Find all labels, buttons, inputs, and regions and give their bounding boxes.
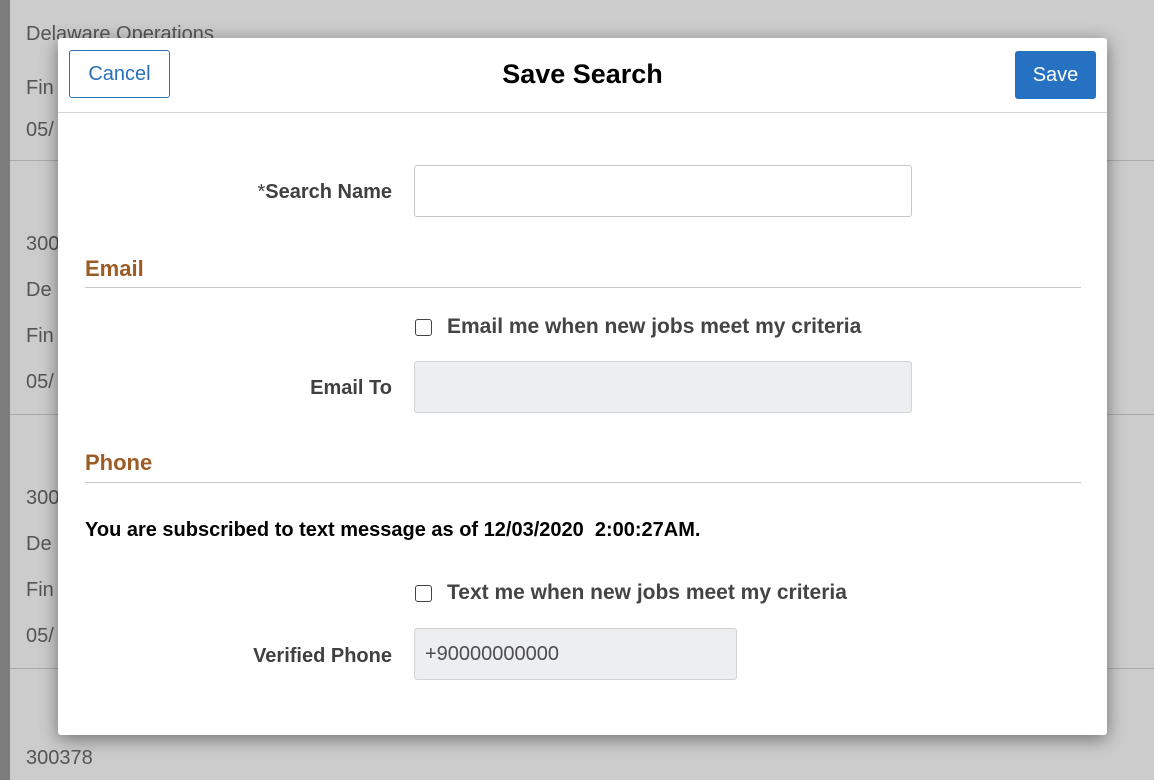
- email-notify-checkbox-label[interactable]: Email me when new jobs meet my criteria: [447, 315, 861, 339]
- dialog-title: Save Search: [502, 59, 663, 89]
- phone-section-title: Phone: [85, 450, 153, 475]
- bg-text: 300378: [26, 747, 93, 769]
- search-name-label: *Search Name: [257, 180, 392, 204]
- verified-phone-label: Verified Phone: [253, 645, 392, 667]
- bg-text: De: [26, 279, 52, 301]
- email-notify-checkbox[interactable]: [415, 318, 432, 336]
- text-notify-checkbox[interactable]: [415, 584, 432, 602]
- email-to-label: Email To: [310, 377, 392, 399]
- email-to-field: [414, 361, 912, 413]
- save-search-dialog: Cancel Save Search Save *Search Name Ema…: [58, 38, 1107, 735]
- bg-text: 05/: [26, 371, 54, 393]
- verified-phone-field: +90000000000: [414, 628, 737, 680]
- email-section-title: Email: [85, 256, 144, 281]
- search-name-label-text: Search Name: [265, 181, 392, 203]
- bg-text: 05/: [26, 119, 54, 141]
- text-notify-checkbox-row[interactable]: Text me when new jobs meet my criteria: [415, 580, 847, 606]
- subscription-message: You are subscribed to text message as of…: [85, 519, 701, 541]
- save-button[interactable]: Save: [1015, 51, 1096, 99]
- bg-text: Fin: [26, 579, 54, 601]
- bg-text: De: [26, 533, 52, 555]
- bg-text: 05/: [26, 625, 54, 647]
- bg-text: Fin: [26, 325, 54, 347]
- bg-text: 300: [26, 487, 60, 509]
- bg-text: Fin: [26, 77, 54, 99]
- bg-text: 300: [26, 233, 60, 255]
- search-name-input[interactable]: [414, 165, 912, 217]
- email-section-divider: [85, 287, 1081, 288]
- dialog-header: Cancel Save Search Save: [58, 38, 1107, 113]
- phone-section-divider: [85, 482, 1081, 483]
- cancel-button[interactable]: Cancel: [69, 50, 170, 98]
- email-notify-checkbox-row[interactable]: Email me when new jobs meet my criteria: [415, 314, 861, 340]
- text-notify-checkbox-label[interactable]: Text me when new jobs meet my criteria: [447, 581, 847, 605]
